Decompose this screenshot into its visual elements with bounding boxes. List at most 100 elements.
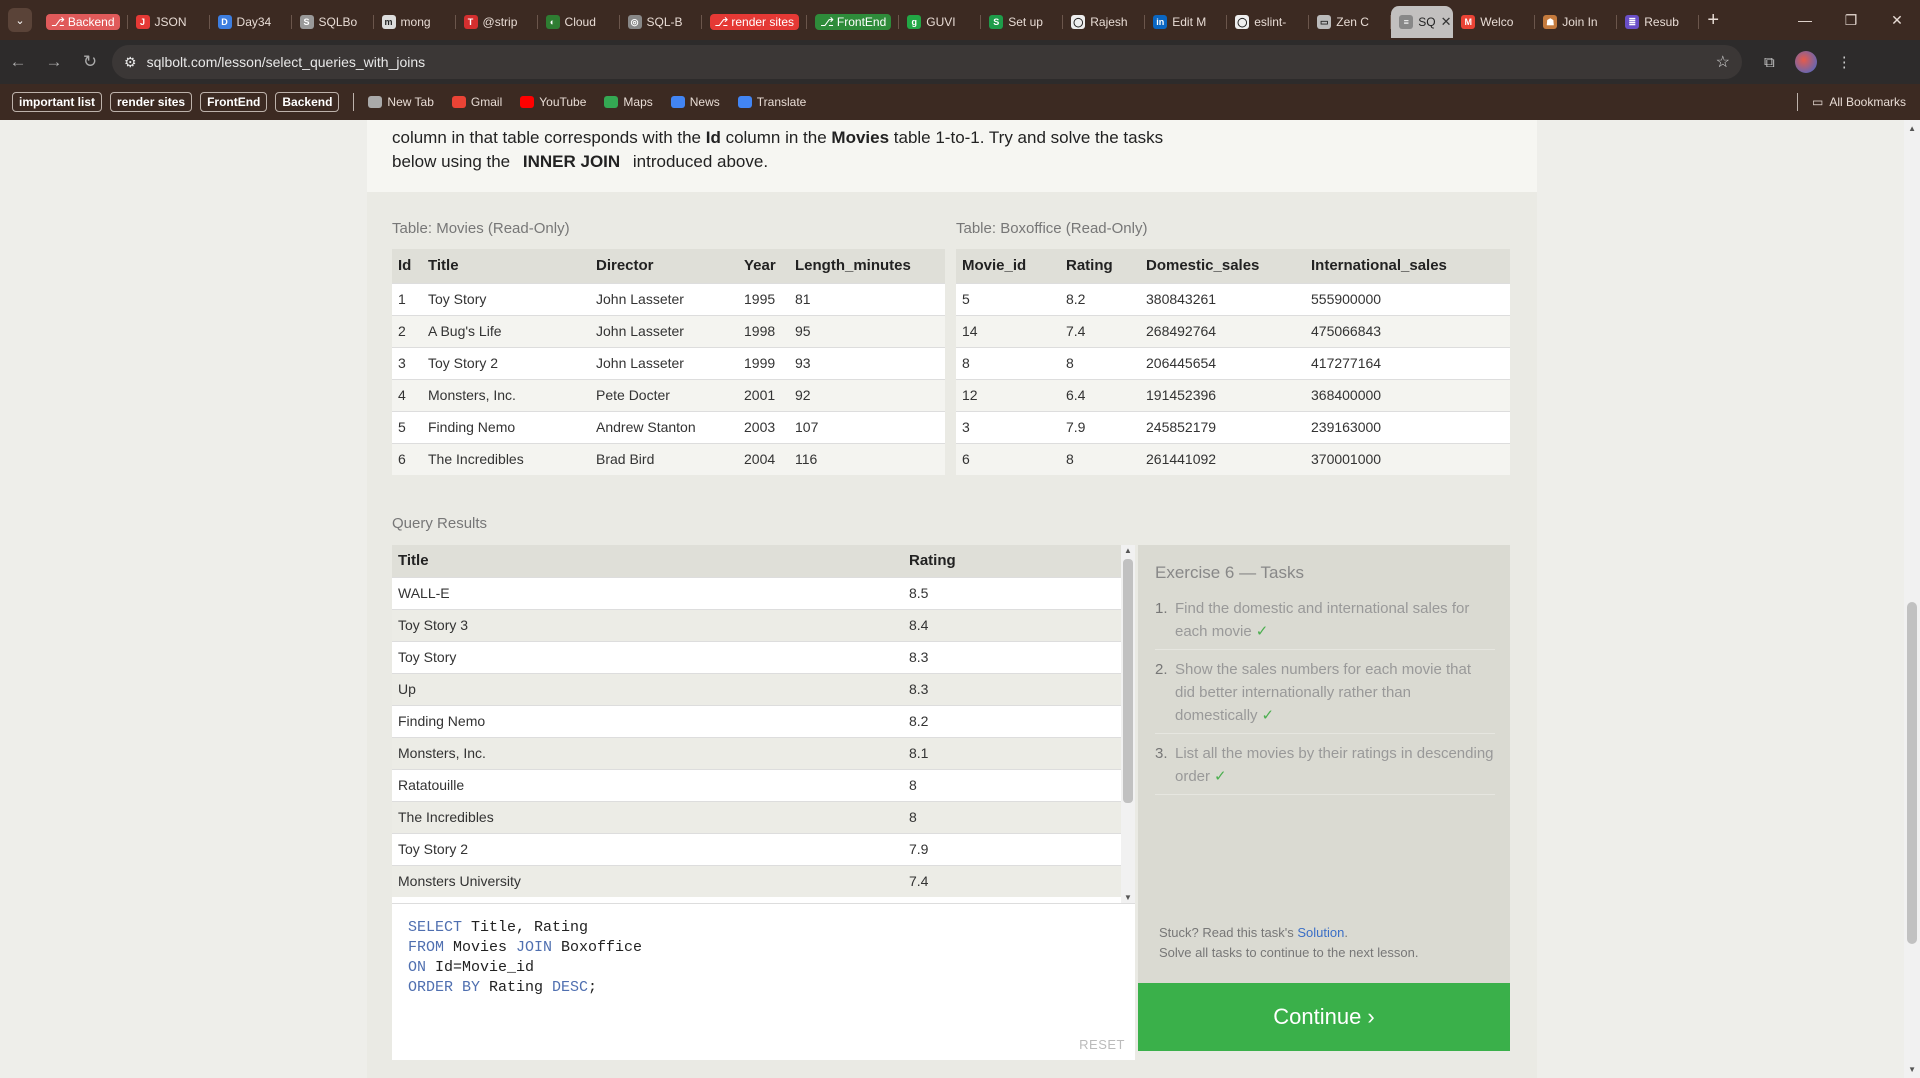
sql-editor[interactable]: SELECT Title, Rating FROM Movies JOIN Box… [392,903,1135,1060]
bookmark-link[interactable]: News [670,95,720,109]
sql-code[interactable]: SELECT Title, Rating FROM Movies JOIN Box… [408,918,642,998]
browser-tab[interactable]: ◐ Cloud [538,6,620,38]
browser-tab[interactable]: ⎇ render sites [702,6,808,38]
browser-tab[interactable]: m mong [374,6,456,38]
browser-tab[interactable]: ≡ SQ ✕ [1391,6,1454,38]
forward-icon[interactable]: → [36,52,72,72]
bookmark-link[interactable]: New Tab [368,95,434,109]
bookmark-favicon-icon [670,96,685,108]
bookmark-folder[interactable]: FrontEnd [200,92,268,112]
table-row: Finding Nemo 8.2 [392,704,1121,737]
tab-group-label[interactable]: ⎇ FrontEnd [815,14,892,30]
back-icon[interactable]: ← [0,52,36,72]
table-cell: 8 [903,768,1121,801]
browser-tab[interactable]: ◯ eslint- [1227,6,1310,38]
scroll-up-arrow-icon[interactable]: ▲ [1124,546,1132,555]
browser-tab[interactable]: in Edit M [1145,6,1228,38]
browser-tab[interactable]: ⎇ Backend [38,6,128,38]
tab-favicon-icon: m [381,15,396,29]
tab-favicon-icon: ◯ [1235,15,1250,29]
code-line: FROM Movies JOIN Boxoffice [408,938,642,958]
page-scroll-up-icon[interactable]: ▲ [1908,124,1916,133]
bookmark-link[interactable]: Maps [604,95,653,109]
table-cell: Toy Story [392,640,903,673]
reset-button[interactable]: RESET [1079,1037,1125,1052]
bookmark-folder[interactable]: render sites [110,92,193,112]
browser-tab[interactable]: ◯ Rajesh [1063,6,1146,38]
bookmark-link[interactable]: Translate [737,95,807,109]
bookmark-label: Translate [756,95,807,109]
table-cell: A Bug's Life [422,314,590,347]
tab-group-label[interactable]: ⎇ Backend [46,14,120,30]
table-cell: 8 [1060,442,1140,475]
results-scrollbar[interactable]: ▲ ▼ [1121,545,1135,903]
tab-search-chevron-icon[interactable]: ⌄ [8,8,32,32]
browser-tab[interactable]: ◎ SQL-B [620,6,702,38]
close-window-icon[interactable]: ✕ [1874,12,1920,29]
tab-favicon-icon: ≡ [1399,15,1414,29]
table-cell: 7.9 [903,832,1121,865]
browser-tab[interactable]: S SQLBo [292,6,374,38]
site-info-icon[interactable]: ⚙ [124,54,137,71]
tab-favicon-icon: ▭ [1317,15,1332,29]
table-cell: 14 [956,314,1060,347]
tab-label: Set up [1008,15,1043,29]
browser-tab[interactable]: T @strip [456,6,538,38]
browser-tab[interactable]: ≣ Resub [1617,6,1700,38]
table-cell: Toy Story [422,282,590,315]
movies-table-wrap: Id Title Director Year Length_minutes 1 Toy St… [392,249,945,482]
extensions-icon[interactable]: ⧉ [1764,54,1775,71]
tab-favicon-icon: in [1153,15,1168,29]
browser-tab[interactable]: M Welco [1453,6,1536,38]
close-tab-icon[interactable]: ✕ [1441,14,1452,30]
table-cell: Andrew Stanton [590,410,738,443]
table-cell: 268492764 [1140,314,1305,347]
browser-tab[interactable]: ▭ Zen C [1309,6,1392,38]
tab-favicon-icon: M [1461,15,1476,29]
table-cell: 6 [392,442,422,475]
table-cell: 261441092 [1140,442,1305,475]
solution-link[interactable]: Solution [1297,925,1344,940]
table-row: 2A Bug's Life John Lasseter 1998 95 [392,314,945,347]
continue-button[interactable]: Continue › [1138,983,1510,1051]
tab-label: Backend [67,15,115,29]
tabs: ⎇ Backend J JSON D Day34 S SQLBo m mong T @strip ◐ Cl… [38,0,1700,40]
all-bookmarks[interactable]: ▭ All Bookmarks [1796,93,1906,111]
page-scrollbar[interactable]: ▲ ▼ [1904,120,1920,1078]
browser-tab[interactable]: J JSON [128,6,210,38]
browser-tab[interactable]: S Set up [981,6,1064,38]
sql-text: Title, Rating [462,919,589,936]
browser-tab[interactable]: ☗ Join In [1535,6,1618,38]
scroll-down-arrow-icon[interactable]: ▼ [1124,893,1132,902]
tab-label: SQLBo [318,15,358,29]
bookmark-star-icon[interactable]: ☆ [1716,52,1730,72]
results-scroll-thumb[interactable] [1123,559,1133,803]
browser-tab[interactable]: ⎇ FrontEnd [807,6,900,38]
table-cell: 2 [392,314,422,347]
bookmark-folder[interactable]: Backend [275,92,340,112]
table-row: 14 7.4 268492764 475066843 [956,314,1510,347]
bookmark-link[interactable]: YouTube [520,95,586,109]
page-scroll-thumb[interactable] [1907,602,1917,944]
query-results-box[interactable]: Title Rating WALL-E 8.5 Toy Story 3 8.4 Toy St… [392,545,1121,903]
bookmark-link[interactable]: Gmail [451,95,502,109]
page-scroll-down-icon[interactable]: ▼ [1908,1065,1916,1074]
url-omnibox[interactable]: ⚙ sqlbolt.com/lesson/select_queries_with… [112,45,1742,79]
table-cell: 95 [789,314,945,347]
table-cell: 3 [392,346,422,379]
minimize-icon[interactable]: — [1782,12,1828,29]
profile-avatar[interactable] [1794,51,1817,73]
column-header: Domestic_sales [1140,249,1305,283]
bookmark-folder[interactable]: important list [12,92,103,112]
table-cell: WALL-E [392,576,903,609]
browser-tab[interactable]: g GUVI [899,6,982,38]
maximize-icon[interactable]: ❐ [1828,12,1874,29]
task-item: 1. Find the domestic and international sa… [1155,597,1495,650]
browser-tab[interactable]: D Day34 [210,6,292,38]
new-tab-button[interactable]: + [1699,9,1727,32]
reload-icon[interactable]: ↻ [72,52,108,72]
table-row: Monsters University 7.4 [392,864,1121,897]
browser-menu-icon[interactable]: ⋮ [1837,53,1852,71]
folder-icon: ▭ [1811,95,1824,109]
tab-group-label[interactable]: ⎇ render sites [709,14,800,30]
